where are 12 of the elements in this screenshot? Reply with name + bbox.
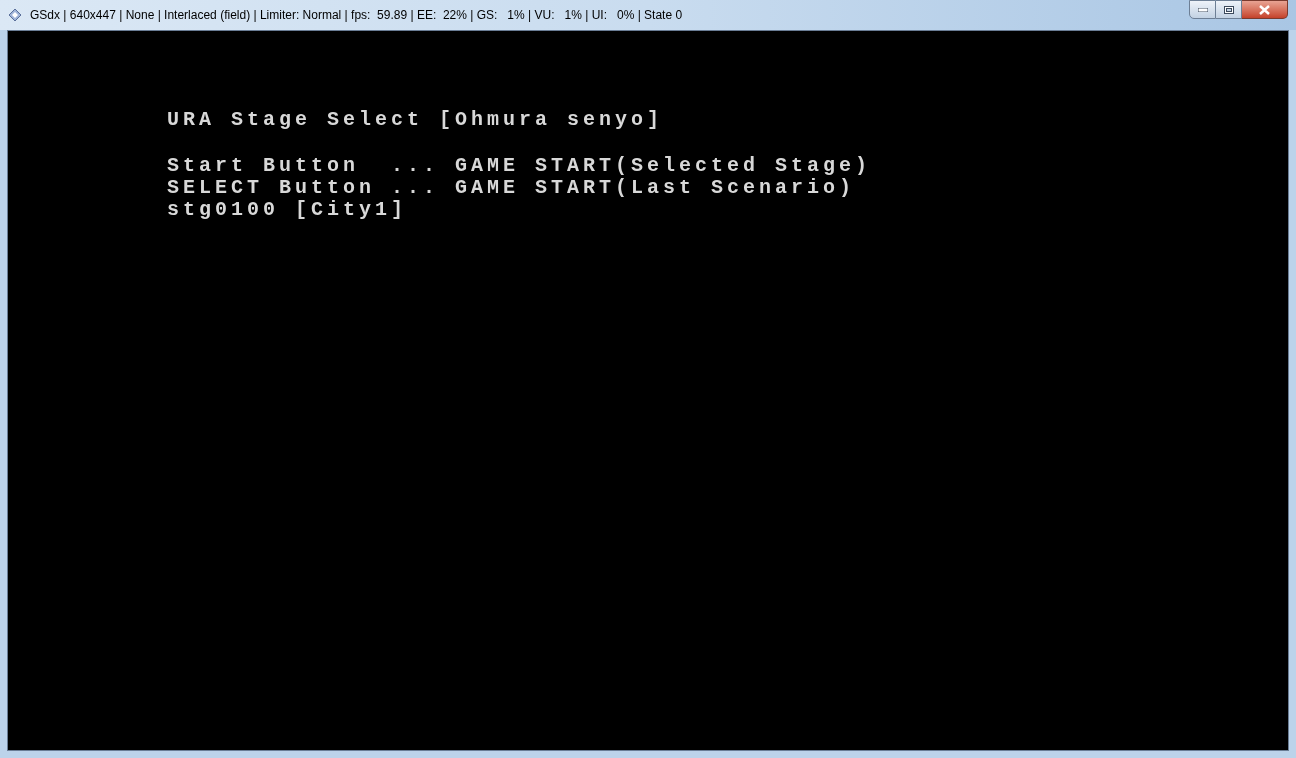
- app-icon: [8, 8, 22, 22]
- stage-select-heading: URA Stage Select [Ohmura senyo]: [167, 109, 665, 131]
- minimize-button[interactable]: [1189, 0, 1216, 19]
- maximize-button[interactable]: [1216, 0, 1242, 19]
- restore-icon: [1223, 5, 1234, 14]
- minimize-icon: [1197, 7, 1208, 12]
- menu-line: Start Button ... GAME START(Selected Stage): [167, 155, 873, 177]
- close-button[interactable]: [1242, 0, 1288, 19]
- menu-line: stg0100 [City1]: [167, 199, 409, 221]
- menu-line: SELECT Button ... GAME START(Last Scenario): [167, 177, 857, 199]
- window-title: GSdx | 640x447 | None | Interlaced (field) | Limiter: Normal | fps: 59.89 | EE: 22% | GS: 1% | VU: 1% | UI: 0% | State 0: [30, 7, 683, 24]
- close-icon: [1259, 4, 1270, 15]
